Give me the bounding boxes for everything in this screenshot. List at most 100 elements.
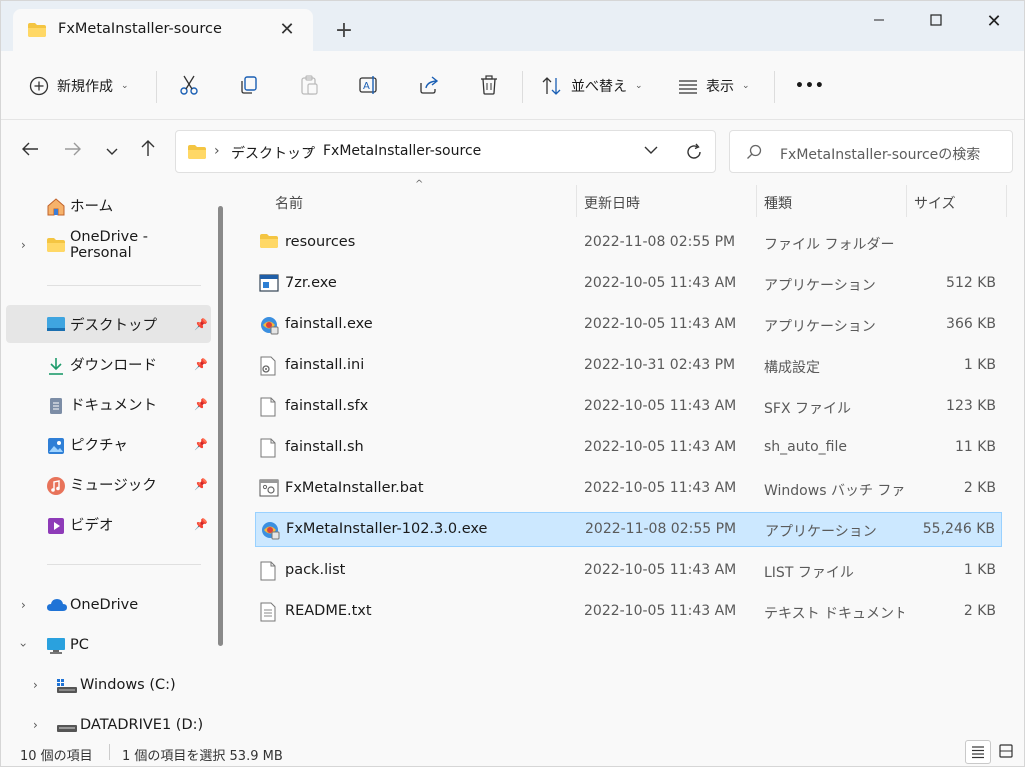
home-icon bbox=[46, 197, 66, 217]
sidebar-item-label: DATADRIVE1 (D:) bbox=[80, 717, 204, 733]
sidebar-item-label: デスクトップ bbox=[70, 317, 157, 334]
item-count: 10 個の項目 bbox=[20, 749, 93, 764]
tab-current[interactable]: FxMetaInstaller-source ✕ bbox=[13, 9, 313, 51]
pin-icon[interactable]: 📌 bbox=[194, 318, 208, 331]
explorer-window: FxMetaInstaller-source ✕ + ✕ 新規作成 ⌄ A 並べ… bbox=[0, 0, 1025, 767]
address-bar[interactable]: › デスクトップ › FxMetaInstaller-source bbox=[175, 130, 716, 173]
up-arrow-icon[interactable] bbox=[135, 139, 161, 165]
sidebar-item-desktop[interactable]: デスクトップ 📌 bbox=[6, 305, 211, 343]
recent-locations-chevron-icon[interactable] bbox=[99, 139, 125, 165]
rename-icon[interactable]: A bbox=[357, 73, 381, 97]
details-view-button[interactable] bbox=[965, 740, 991, 764]
sidebar-item-documents[interactable]: ドキュメント 📌 bbox=[6, 385, 211, 423]
address-history-chevron-icon[interactable] bbox=[643, 144, 659, 160]
pin-icon[interactable]: 📌 bbox=[194, 478, 208, 491]
refresh-icon[interactable] bbox=[684, 142, 704, 166]
file-type: ファイル フォルダー bbox=[764, 237, 895, 253]
tab-close-icon[interactable]: ✕ bbox=[277, 20, 297, 40]
close-window-button[interactable]: ✕ bbox=[971, 7, 1017, 37]
search-box[interactable]: FxMetaInstaller-sourceの検索 bbox=[729, 130, 1013, 173]
file-size: 2 KB bbox=[963, 480, 996, 496]
view-button[interactable]: 表示 ⌄ bbox=[678, 71, 750, 101]
sidebar-item-music[interactable]: ミュージック 📌 bbox=[6, 465, 211, 503]
file-date: 2022-10-31 02:43 PM bbox=[584, 357, 736, 373]
breadcrumb-current-folder[interactable]: FxMetaInstaller-source bbox=[323, 143, 481, 159]
column-headers: 名前 更新日時 種類 サイズ bbox=[233, 183, 1024, 219]
chevron-right-icon[interactable]: › bbox=[33, 678, 38, 692]
minimize-button[interactable] bbox=[856, 7, 902, 37]
column-header-type[interactable]: 種類 bbox=[764, 193, 792, 213]
file-row[interactable]: FxMetaInstaller-102.3.0.exe 2022-11-08 02… bbox=[255, 512, 1002, 547]
search-input[interactable]: FxMetaInstaller-sourceの検索 bbox=[780, 144, 980, 164]
file-row[interactable]: fainstall.sfx 2022-10-05 11:43 AM SFX ファイル… bbox=[255, 390, 1002, 425]
file-row[interactable]: README.txt 2022-10-05 11:43 AM テキスト ドキュメント… bbox=[255, 595, 1002, 630]
plus-circle-icon bbox=[29, 76, 49, 96]
file-type: アプリケーション bbox=[764, 319, 876, 335]
file-row[interactable]: pack.list 2022-10-05 11:43 AM LIST ファイル 1 K… bbox=[255, 554, 1002, 589]
file-type: アプリケーション bbox=[764, 278, 876, 294]
file-date: 2022-10-05 11:43 AM bbox=[584, 398, 737, 414]
file-size: 55,246 KB bbox=[922, 521, 995, 537]
chevron-down-icon[interactable]: › bbox=[16, 643, 30, 648]
sidebar-divider bbox=[47, 285, 201, 286]
forward-arrow-icon[interactable] bbox=[60, 139, 86, 165]
chevron-right-icon[interactable]: › bbox=[33, 718, 38, 732]
more-options-button[interactable]: ••• bbox=[795, 71, 825, 101]
sidebar-item-drive-c[interactable]: › Windows (C:) bbox=[6, 666, 211, 704]
file-date: 2022-10-05 11:43 AM bbox=[584, 316, 737, 332]
chevron-down-icon: ⌄ bbox=[635, 81, 643, 91]
new-tab-button[interactable]: + bbox=[333, 20, 355, 42]
maximize-button[interactable] bbox=[913, 7, 959, 37]
pin-icon[interactable]: 📌 bbox=[194, 518, 208, 531]
pin-icon[interactable]: 📌 bbox=[194, 358, 208, 371]
sort-button-label: 並べ替え bbox=[571, 79, 627, 95]
file-row[interactable]: 7zr.exe 2022-10-05 11:43 AM アプリケーション 512 KB bbox=[255, 267, 1002, 302]
share-icon[interactable] bbox=[417, 73, 441, 97]
file-name: 7zr.exe bbox=[285, 275, 337, 291]
column-divider[interactable] bbox=[1006, 185, 1007, 217]
sidebar-divider bbox=[47, 564, 201, 565]
file-size: 512 KB bbox=[946, 275, 996, 291]
file-name: FxMetaInstaller-102.3.0.exe bbox=[286, 521, 488, 537]
paste-icon[interactable] bbox=[297, 73, 321, 97]
text-file-icon bbox=[259, 602, 279, 622]
tiles-view-button[interactable] bbox=[994, 740, 1020, 764]
sidebar-item-onedrive[interactable]: › OneDrive bbox=[6, 586, 211, 624]
new-button[interactable]: 新規作成 ⌄ bbox=[29, 71, 129, 101]
file-date: 2022-10-05 11:43 AM bbox=[584, 603, 737, 619]
column-header-size[interactable]: サイズ bbox=[914, 193, 956, 213]
sort-button[interactable]: 並べ替え ⌄ bbox=[541, 71, 643, 101]
chevron-right-icon[interactable]: › bbox=[21, 238, 26, 252]
file-row[interactable]: fainstall.exe 2022-10-05 11:43 AM アプリケーション… bbox=[255, 308, 1002, 343]
file-row[interactable]: fainstall.sh 2022-10-05 11:43 AM sh_auto_f… bbox=[255, 431, 1002, 466]
sidebar-item-downloads[interactable]: ダウンロード 📌 bbox=[6, 345, 211, 383]
column-header-date[interactable]: 更新日時 bbox=[584, 193, 640, 213]
file-row[interactable]: fainstall.ini 2022-10-31 02:43 PM 構成設定 1 KB bbox=[255, 349, 1002, 384]
sidebar-item-videos[interactable]: ビデオ 📌 bbox=[6, 505, 211, 543]
file-row[interactable]: resources 2022-11-08 02:55 PM ファイル フォルダー bbox=[255, 226, 1002, 261]
sidebar-item-home[interactable]: ホーム bbox=[6, 186, 211, 224]
cut-icon[interactable] bbox=[177, 73, 201, 97]
title-bar: FxMetaInstaller-source ✕ + ✕ bbox=[1, 1, 1024, 51]
column-header-name[interactable]: 名前 bbox=[275, 193, 303, 213]
file-type: テキスト ドキュメント bbox=[764, 606, 904, 622]
breadcrumb-chevron-icon[interactable]: › bbox=[306, 143, 312, 159]
delete-icon[interactable] bbox=[477, 73, 501, 97]
sidebar-item-onedrive-personal[interactable]: › OneDrive - Personal bbox=[6, 226, 211, 264]
column-divider[interactable] bbox=[906, 185, 907, 217]
file-type: アプリケーション bbox=[765, 524, 877, 540]
file-row[interactable]: FxMetaInstaller.bat 2022-10-05 11:43 AM Wi… bbox=[255, 472, 1002, 507]
column-divider[interactable] bbox=[756, 185, 757, 217]
pin-icon[interactable]: 📌 bbox=[194, 438, 208, 451]
breadcrumb-chevron-icon[interactable]: › bbox=[214, 143, 220, 159]
sidebar-item-pc[interactable]: › PC bbox=[6, 626, 211, 664]
chevron-right-icon[interactable]: › bbox=[21, 598, 26, 612]
back-arrow-icon[interactable] bbox=[17, 139, 43, 165]
sidebar-item-label: ピクチャ bbox=[70, 437, 128, 454]
breadcrumb-desktop[interactable]: デスクトップ bbox=[231, 143, 315, 163]
sidebar-item-pictures[interactable]: ピクチャ 📌 bbox=[6, 425, 211, 463]
pin-icon[interactable]: 📌 bbox=[194, 398, 208, 411]
copy-icon[interactable] bbox=[237, 73, 261, 97]
sidebar-scrollbar[interactable] bbox=[218, 206, 223, 646]
column-divider[interactable] bbox=[576, 185, 577, 217]
